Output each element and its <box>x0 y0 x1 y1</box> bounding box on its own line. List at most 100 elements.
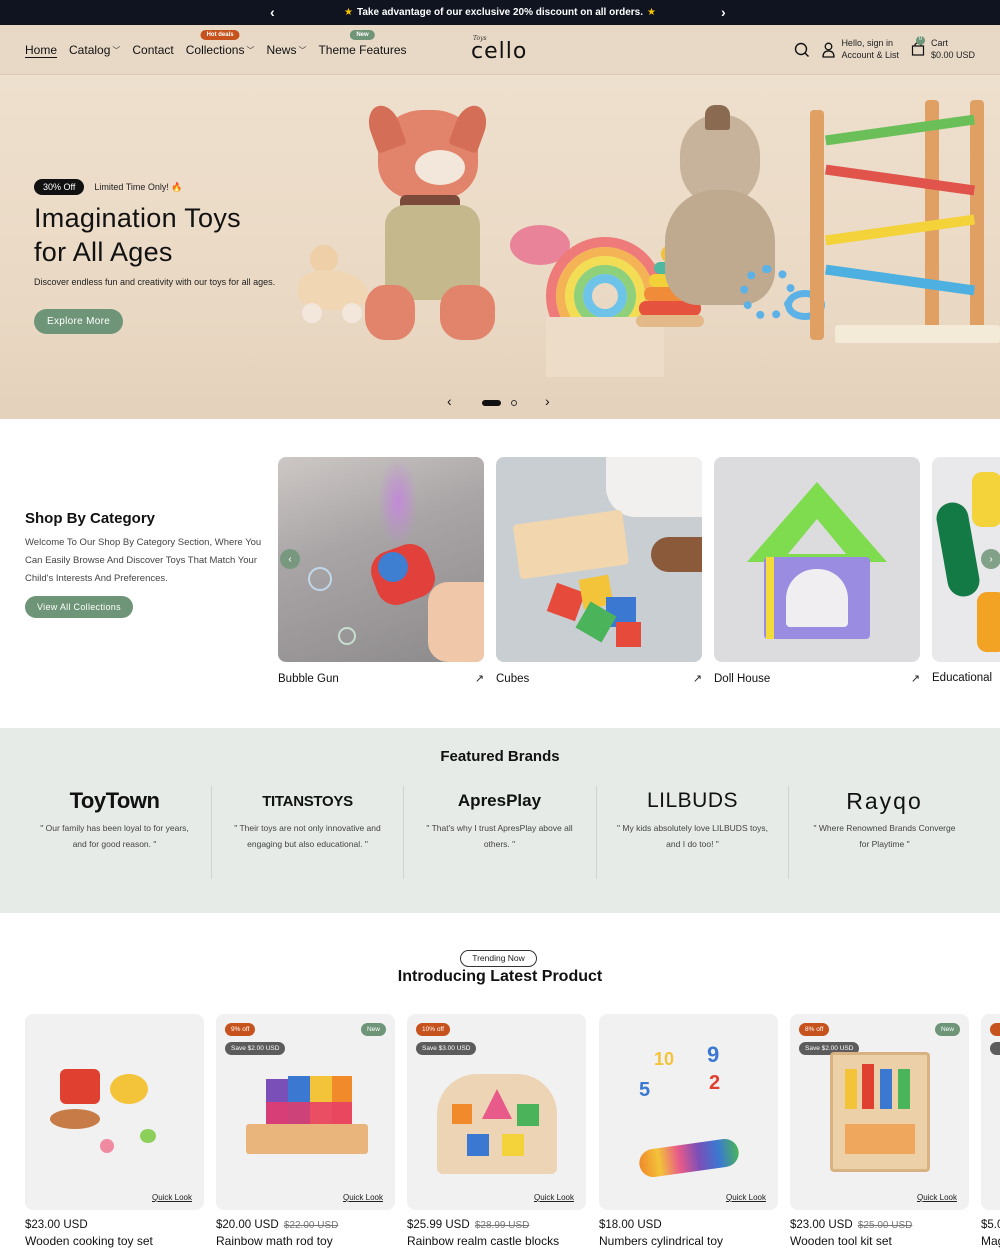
nav-theme-features[interactable]: New Theme Features <box>318 30 407 57</box>
nav-theme-features-label: Theme Features <box>318 43 407 57</box>
brand-logo-toytown: ToyTown <box>69 788 160 813</box>
category-label-row[interactable]: Doll House ↗ <box>714 672 920 686</box>
brand-quote: " Our family has been loyal to for years… <box>40 823 189 849</box>
category-card-doll-house[interactable]: Doll House ↗ <box>714 457 920 685</box>
category-name: Doll House <box>714 672 771 685</box>
hero-next-arrow[interactable]: › <box>545 393 550 409</box>
nav-home[interactable]: Home <box>25 43 57 57</box>
current-price: $20.00 USD <box>216 1219 279 1231</box>
nav-catalog-label: Catalog <box>69 43 111 57</box>
doll-house-image[interactable] <box>714 457 920 662</box>
product-image[interactable]: Quick Look <box>25 1014 204 1210</box>
category-card-bubble-gun[interactable]: ‹ Bubble Gun ↗ <box>278 457 484 685</box>
current-price: $23.00 USD <box>25 1219 88 1231</box>
wooden-duck-image <box>290 245 380 330</box>
educational-image[interactable]: › <box>932 457 1000 662</box>
product-name[interactable]: Wooden tool kit set <box>790 1234 969 1248</box>
brand-card[interactable]: LILBUDS " My kids absolutely love LILBUD… <box>596 786 789 879</box>
category-label-row[interactable]: Bubble Gun ↗ <box>278 672 484 686</box>
brand-quote: " My kids absolutely love LILBUDS toys, … <box>617 823 768 849</box>
nav-catalog[interactable]: Catalog ﹀ <box>69 43 120 57</box>
chevron-down-icon: ﹀ <box>112 45 121 55</box>
product-card[interactable]: 10% off Save $3.00 USD Quick Look $25.99… <box>407 1014 586 1248</box>
nav-news[interactable]: News ﹀ <box>266 43 306 57</box>
category-card-educational[interactable]: › Educational <box>932 457 1000 684</box>
current-price: $5.0 <box>981 1219 1000 1231</box>
product-image[interactable]: 10% off Save $3.00 USD Quick Look <box>407 1014 586 1210</box>
account-list-label: Account & List <box>841 50 899 60</box>
product-image[interactable] <box>981 1014 1000 1210</box>
brand-quote: " Where Renowned Brands Converge for Pla… <box>813 823 956 849</box>
new-badge: New <box>934 1023 960 1036</box>
cart-link[interactable]: 0 Cart $0.00 USD <box>911 35 975 61</box>
current-price: $18.00 USD <box>599 1219 662 1231</box>
nav-collections[interactable]: Hot deals Collections ﹀ <box>185 30 255 57</box>
brand-logo-apresplay: ApresPlay <box>457 791 542 810</box>
category-prev-button[interactable]: ‹ <box>280 549 300 569</box>
nav-contact[interactable]: Contact <box>132 43 173 57</box>
hero-prev-arrow[interactable]: ‹ <box>447 393 452 409</box>
product-name[interactable]: Numbers cylindrical toy <box>599 1234 778 1248</box>
hero-slide-dot-2[interactable] <box>511 400 517 406</box>
product-card[interactable]: 9% off Save $2.00 USD New Quick Look $20… <box>216 1014 395 1248</box>
compare-at-price: $28.99 USD <box>474 1220 530 1231</box>
nav-collections-label: Collections <box>185 43 245 57</box>
category-label-row[interactable]: Cubes ↗ <box>496 672 702 686</box>
product-card[interactable]: Quick Look $23.00 USD Wooden cooking toy… <box>25 1014 204 1248</box>
star-icon: ★ <box>647 7 656 18</box>
quick-look-link[interactable]: Quick Look <box>917 1193 957 1202</box>
cubes-image[interactable] <box>496 457 702 662</box>
announcement-prev-arrow[interactable]: ‹ <box>270 4 275 20</box>
arrow-up-right-icon: ↗ <box>692 673 702 685</box>
new-badge: New <box>360 1023 386 1036</box>
trending-now-pill: Trending Now <box>460 950 537 967</box>
product-name[interactable]: Mag <box>981 1234 1000 1248</box>
category-next-button[interactable]: › <box>981 549 1000 569</box>
user-icon <box>822 42 836 58</box>
view-all-collections-button[interactable]: View All Collections <box>25 596 133 618</box>
announcement-next-arrow[interactable]: › <box>721 4 726 20</box>
quick-look-link[interactable]: Quick Look <box>152 1193 192 1202</box>
bubble-gun-image[interactable]: ‹ <box>278 457 484 662</box>
cart-total: $0.00 USD <box>930 50 975 60</box>
chevron-down-icon: ﹀ <box>246 45 255 55</box>
product-name[interactable]: Rainbow math rod toy <box>216 1234 395 1248</box>
product-name[interactable]: Rainbow realm castle blocks <box>407 1234 586 1248</box>
product-image[interactable]: 10 9 5 2 Quick Look <box>599 1014 778 1210</box>
chevron-down-icon: ﹀ <box>298 45 307 55</box>
category-card-cubes[interactable]: Cubes ↗ <box>496 457 702 685</box>
explore-more-button[interactable]: Explore More <box>34 309 124 334</box>
brand-card[interactable]: ApresPlay " That's why I trust ApresPlay… <box>403 786 596 879</box>
site-logo[interactable]: Toys cello <box>470 34 530 66</box>
brand-card[interactable]: TITANSTOYS " Their toys are not only inn… <box>211 786 404 879</box>
hero-title: Imagination Toys for All Ages <box>34 201 275 269</box>
category-label-row[interactable]: Educational <box>932 672 1000 684</box>
account-link[interactable]: Hello, sign in Account & List <box>822 38 899 61</box>
quick-look-link[interactable]: Quick Look <box>534 1193 574 1202</box>
brand-card[interactable]: ToyTown " Our family has been loyal to f… <box>18 786 211 879</box>
product-card[interactable]: $5.0 Mag <box>981 1014 1000 1248</box>
announcement-bar: ‹ ★ Take advantage of our exclusive 20% … <box>0 0 1000 25</box>
quick-look-link[interactable]: Quick Look <box>726 1193 766 1202</box>
hero-subtitle: Discover endless fun and creativity with… <box>34 277 276 287</box>
nav-news-label: News <box>266 43 297 57</box>
hero-slide-dot-1[interactable] <box>482 400 501 406</box>
brand-quote: " Their toys are not only innovative and… <box>234 823 381 849</box>
save-badge <box>990 1042 1000 1055</box>
product-card[interactable]: 8% off Save $2.00 USD New Quick Look $23… <box>790 1014 969 1248</box>
arrow-up-right-icon: ↗ <box>910 673 920 685</box>
search-button[interactable] <box>794 42 810 58</box>
save-badge: Save $2.00 USD <box>225 1042 286 1055</box>
nav-contact-label: Contact <box>132 43 174 57</box>
star-icon: ★ <box>344 7 353 18</box>
category-name: Cubes <box>496 672 530 685</box>
product-name[interactable]: Wooden cooking toy set <box>25 1234 204 1248</box>
product-price: $18.00 USD <box>599 1219 778 1231</box>
quick-look-link[interactable]: Quick Look <box>343 1193 383 1202</box>
product-card[interactable]: 10 9 5 2 Quick Look $18.00 USD Numbers c… <box>599 1014 778 1248</box>
product-image[interactable]: 8% off Save $2.00 USD New Quick Look <box>790 1014 969 1210</box>
product-price: $23.00 USD $25.00 USD <box>790 1219 969 1231</box>
brand-card[interactable]: Rayqo " Where Renowned Brands Converge f… <box>788 786 981 879</box>
current-price: $23.00 USD <box>790 1219 853 1231</box>
product-image[interactable]: 9% off Save $2.00 USD New Quick Look <box>216 1014 395 1210</box>
